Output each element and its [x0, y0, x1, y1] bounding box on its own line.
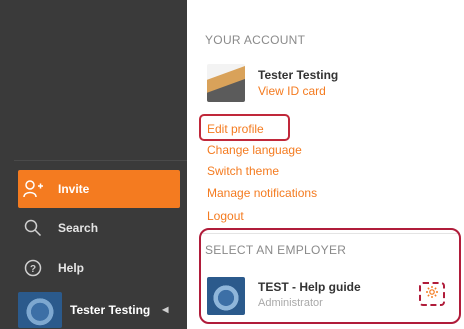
- account-section-title: YOUR ACCOUNT: [205, 33, 306, 47]
- employer-settings-button[interactable]: [419, 282, 445, 306]
- edit-profile-link[interactable]: Edit profile: [207, 122, 264, 136]
- sidebar: Invite Search ? Help Tester Testing ◀: [0, 0, 187, 329]
- employer-section-title: SELECT AN EMPLOYER: [205, 243, 347, 257]
- account-panel: YOUR ACCOUNT Tester Testing View ID card…: [187, 0, 464, 329]
- switch-theme-link[interactable]: Switch theme: [207, 164, 279, 178]
- gear-icon: [425, 285, 439, 304]
- sidebar-divider: [14, 160, 187, 161]
- change-language-link[interactable]: Change language: [207, 143, 302, 157]
- sidebar-item-label: Search: [58, 221, 99, 235]
- search-icon: [22, 217, 44, 239]
- sidebar-user-menu[interactable]: Tester Testing ◀: [18, 290, 187, 329]
- sidebar-item-invite[interactable]: Invite: [18, 170, 180, 208]
- account-name: Tester Testing: [258, 68, 339, 82]
- help-icon: ?: [22, 257, 44, 279]
- avatar: [18, 291, 62, 328]
- sidebar-item-search[interactable]: Search: [18, 209, 180, 247]
- logout-link[interactable]: Logout: [207, 209, 244, 223]
- manage-notifications-link[interactable]: Manage notifications: [207, 186, 317, 200]
- add-user-icon: [22, 178, 44, 200]
- employer-logo[interactable]: [207, 277, 245, 315]
- view-id-card-link[interactable]: View ID card: [258, 84, 326, 98]
- sidebar-item-label: Invite: [58, 182, 90, 196]
- sidebar-item-label: Help: [58, 261, 85, 275]
- employer-name[interactable]: TEST - Help guide: [258, 280, 361, 294]
- profile-photo: [207, 64, 245, 102]
- svg-text:?: ?: [30, 264, 36, 275]
- sidebar-item-help[interactable]: ? Help: [18, 249, 180, 287]
- sidebar-user-name: Tester Testing: [70, 302, 151, 317]
- caret-left-icon: ◀: [162, 305, 169, 314]
- employer-role: Administrator: [258, 297, 323, 309]
